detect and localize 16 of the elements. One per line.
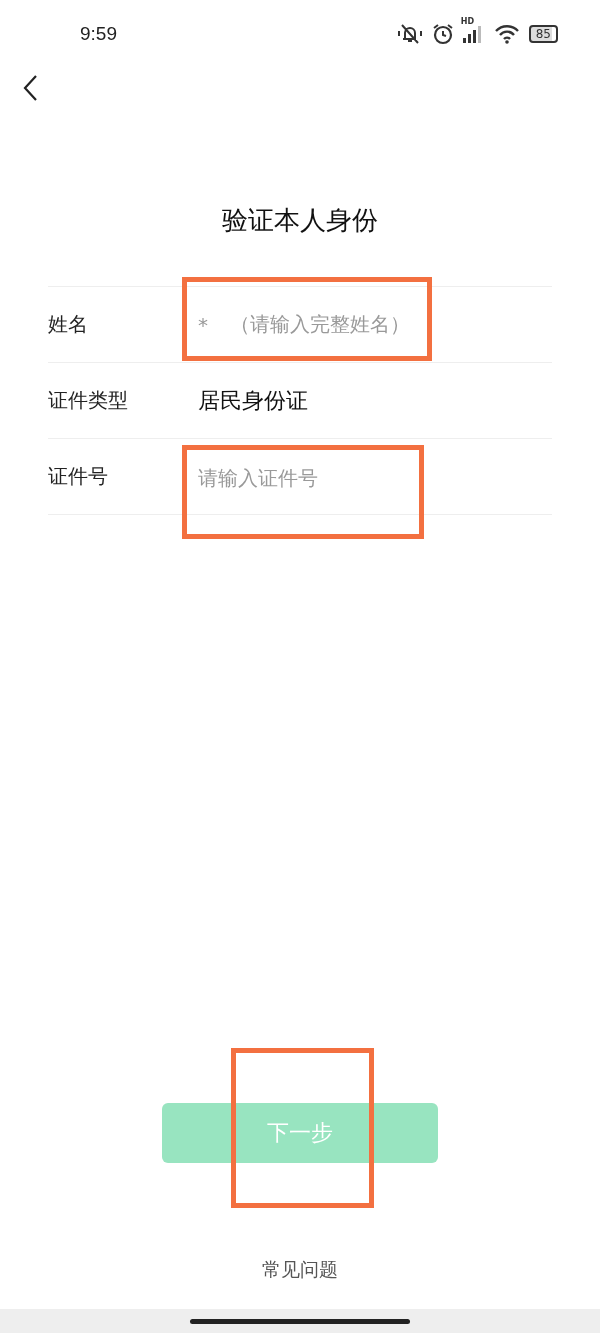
back-icon[interactable]	[22, 74, 38, 102]
network-label: HD	[460, 17, 475, 26]
field-label: 姓名	[48, 311, 89, 338]
field-value: 居民身份证	[198, 386, 308, 415]
alarm-clock-icon	[431, 23, 454, 45]
faq-link[interactable]: 常见问题	[262, 1257, 338, 1283]
field-label: 证件类型	[48, 387, 129, 414]
page-title: 验证本人身份	[221, 204, 379, 237]
input-field[interactable]: 请输入证件号	[198, 461, 318, 496]
home-indicator[interactable]	[190, 1318, 410, 1324]
input-field[interactable]: * （请输入完整姓名）	[198, 307, 410, 342]
field-label: 证件号	[48, 463, 109, 490]
status-time: 9:59	[80, 23, 117, 45]
wifi-icon	[493, 24, 520, 44]
battery-indicator: 85	[528, 25, 558, 43]
muted-bell-icon	[396, 23, 423, 45]
